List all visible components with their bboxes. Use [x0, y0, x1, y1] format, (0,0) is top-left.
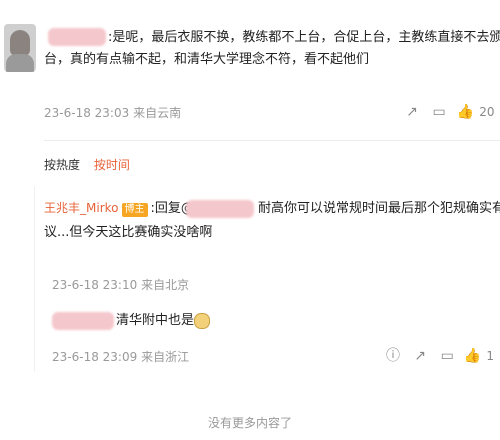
reply2-text-content: 清华附中也是: [116, 313, 195, 328]
cat-emoji-icon: [194, 312, 211, 329]
comment-time: 23-6-18 23:03: [44, 106, 130, 120]
comment-actions: ↗ ▭ 👍 20: [402, 101, 495, 120]
share-icon[interactable]: ↗: [409, 348, 431, 364]
tab-sort-hot[interactable]: 按热度: [44, 156, 80, 173]
report-icon[interactable]: ⓘ: [382, 345, 404, 365]
comment-icon[interactable]: ▭: [427, 104, 451, 120]
comment-source: 来自云南: [133, 106, 182, 120]
reply-username[interactable]: 王兆丰_Mirko: [44, 201, 119, 215]
reply-source: 来自北京: [141, 278, 190, 292]
reply-time: 23-6-18 23:10: [52, 278, 138, 292]
reply-line1: 王兆丰_Mirko 博主:回复@: [44, 198, 194, 219]
avatar[interactable]: [4, 24, 36, 72]
reply2-source: 来自浙江: [141, 350, 190, 364]
like-icon[interactable]: 👍: [456, 104, 474, 120]
reply2-time: 23-6-18 23:09: [52, 350, 138, 364]
like-count: 20: [479, 105, 495, 119]
comment-text-line2: 台，真的有点输不起，和清华大学理念不符，看不起他们: [44, 52, 370, 67]
comment-icon[interactable]: ▭: [436, 348, 458, 364]
comment-text-line1: :是呢，最后衣服不换，教练都不上台，合促上台，主教练直接不去颁奖: [108, 30, 500, 45]
like-count: 1: [486, 349, 495, 363]
blurred-username: [52, 312, 114, 330]
sort-tabs: 按热度 按时间: [44, 156, 140, 173]
comment-meta: 23-6-18 23:03 来自云南: [44, 104, 181, 121]
reply2-actions: ⓘ ↗ ▭ 👍 1: [382, 345, 494, 365]
author-badge: 博主: [121, 203, 148, 217]
share-icon[interactable]: ↗: [402, 104, 422, 120]
reply-text-line2: 议...但今天这比赛确实没啥啊: [44, 225, 213, 240]
reply-text-line1: 耐高你可以说常规时间最后那个犯规确实有争: [258, 201, 500, 216]
blurred-mention: [186, 200, 254, 218]
reply-meta: 23-6-18 23:10 来自北京: [52, 276, 189, 293]
reply2-text: 清华附中也是: [116, 310, 211, 331]
like-icon[interactable]: 👍: [463, 348, 481, 364]
reply2-meta: 23-6-18 23:09 来自浙江: [52, 348, 189, 365]
divider: [44, 140, 500, 141]
no-more-content: 没有更多内容了: [207, 416, 292, 430]
tab-sort-time[interactable]: 按时间: [94, 156, 130, 173]
blurred-username: [48, 28, 106, 46]
